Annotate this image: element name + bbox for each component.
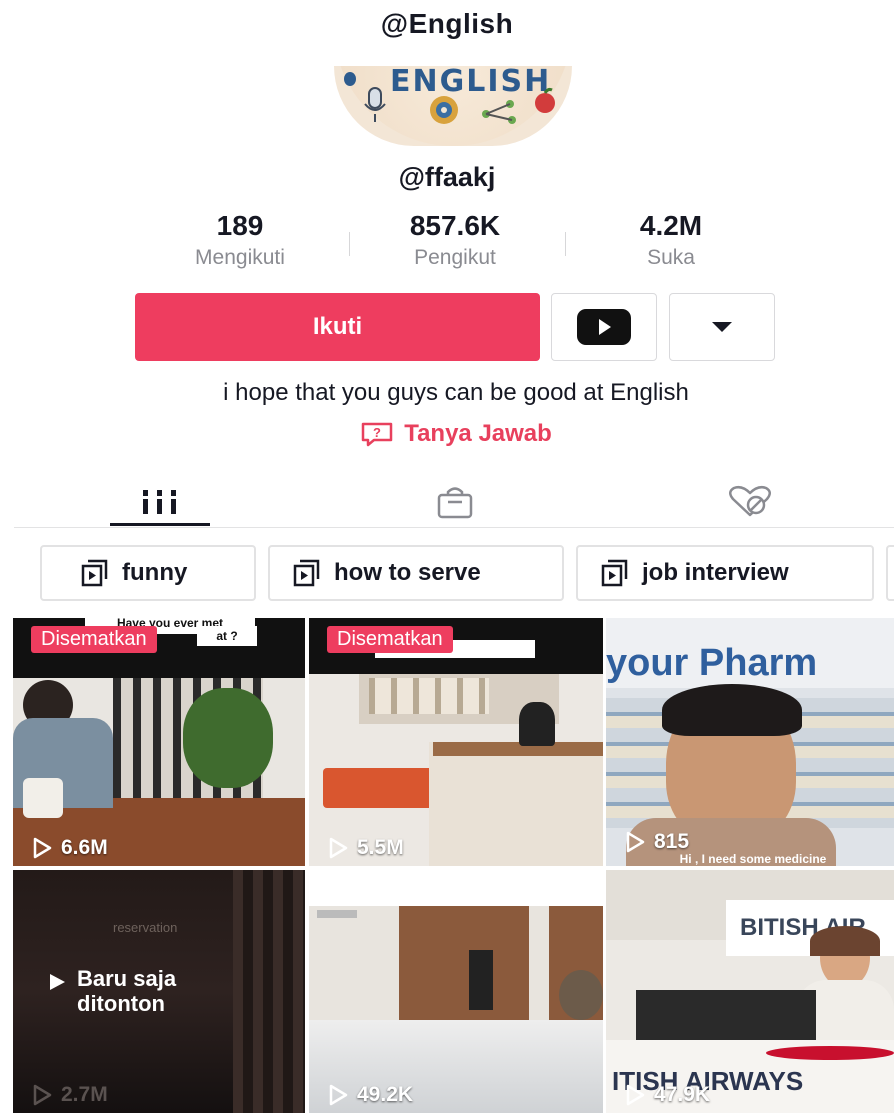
stat-label: Pengikut [414,246,496,269]
share-network-icon [482,100,516,124]
page-title: @English [380,8,514,39]
avatar-text: ENGLISH [390,66,552,99]
play-filled-icon [50,974,65,990]
tabs-divider [14,527,894,528]
active-tab-indicator [110,523,210,526]
play-outline-icon [329,837,348,859]
view-count-value: 49.2K [357,1083,414,1106]
tab-liked[interactable] [700,478,800,526]
svg-text:?: ? [373,425,381,440]
video-tile[interactable]: Disematkan 5.5M [309,618,603,866]
stat-likes[interactable]: 4.2M Suka [586,210,756,270]
playlist-icon [81,559,108,587]
video-tile[interactable]: Have you ever met at ? Disematkan 6.6M [13,618,305,866]
video-tile[interactable]: reservation Baru saja ditonton 2.7M [13,870,305,1113]
question-bubble-icon: ? [361,422,393,447]
stat-divider [565,232,566,256]
play-outline-icon [626,1084,645,1106]
stat-value: 189 [216,210,264,241]
playlist-job-interview[interactable]: job interview [576,545,874,601]
qa-label: Tanya Jawab [404,420,552,447]
playlist-label: funny [122,559,188,586]
view-count-value: 815 [654,830,690,853]
stat-label: Suka [647,246,695,269]
stat-label: Mengikuti [195,246,285,269]
view-count-value: 5.5M [357,836,404,859]
view-count: 49.2K [327,1083,413,1107]
grid-icon [143,490,176,514]
view-count: 6.6M [31,836,108,860]
view-count: 2.7M [31,1083,108,1107]
view-count: 815 [624,830,689,854]
caret-down-icon [712,322,732,332]
tab-shop[interactable] [405,478,505,526]
playlist-funny[interactable]: funny [40,545,256,601]
overlay-text: your Pharm [606,642,818,684]
stat-divider [349,232,350,256]
bio-text: i hope that you guys can be good at Engl… [223,379,689,406]
view-count-value: 6.6M [61,836,108,859]
play-outline-icon [33,837,52,859]
liked-hidden-icon [729,485,771,517]
apple-icon [535,87,555,113]
overlay-text: at ? [197,626,257,646]
microphone-icon [364,87,386,122]
stat-value: 4.2M [639,210,703,241]
playlist-icon [293,559,320,587]
playlist-label: job interview [642,559,789,586]
playlist-label: how to serve [334,559,481,586]
flower-icon [430,96,458,124]
stat-value: 857.6K [409,210,501,241]
pinned-badge: Disematkan [327,626,453,653]
follow-button[interactable]: Ikuti [135,293,540,361]
view-count: 47.9K [624,1083,710,1107]
overlay-text: reservation [113,920,178,935]
video-tile[interactable]: 49.2K [309,870,603,1113]
playlist-how-to-serve[interactable]: how to serve [268,545,564,601]
play-outline-icon [329,1084,348,1106]
play-outline-icon [626,831,645,853]
username: @ffaakj [398,162,496,192]
avatar[interactable]: ENGLISH [334,66,572,146]
youtube-button[interactable] [551,293,657,361]
play-outline-icon [33,1084,52,1106]
qa-link[interactable]: ? Tanya Jawab [0,420,894,448]
shop-bag-icon [437,487,473,519]
more-dropdown-button[interactable] [669,293,775,361]
recently-watched-text: Baru saja ditonton [77,966,177,1017]
subtitle-caption: Hi , I need some medicine [679,852,827,866]
playlist-icon [601,559,628,587]
youtube-icon [577,309,631,345]
playlist-more[interactable] [886,545,894,601]
pinned-badge: Disematkan [31,626,157,653]
stat-followers[interactable]: 857.6K Pengikut [370,210,540,270]
view-count-value: 47.9K [654,1083,711,1106]
video-tile[interactable]: BITISH AIR ITISH AIRWAYS 47.9K [606,870,894,1113]
recently-watched-label: Baru saja ditonton [47,966,217,1017]
view-count-value: 2.7M [61,1083,108,1106]
stat-following[interactable]: 189 Mengikuti [155,210,325,270]
video-tile[interactable]: your Pharm Hi , I need some medicine 815 [606,618,894,866]
view-count: 5.5M [327,836,404,860]
tab-videos[interactable] [110,478,210,526]
